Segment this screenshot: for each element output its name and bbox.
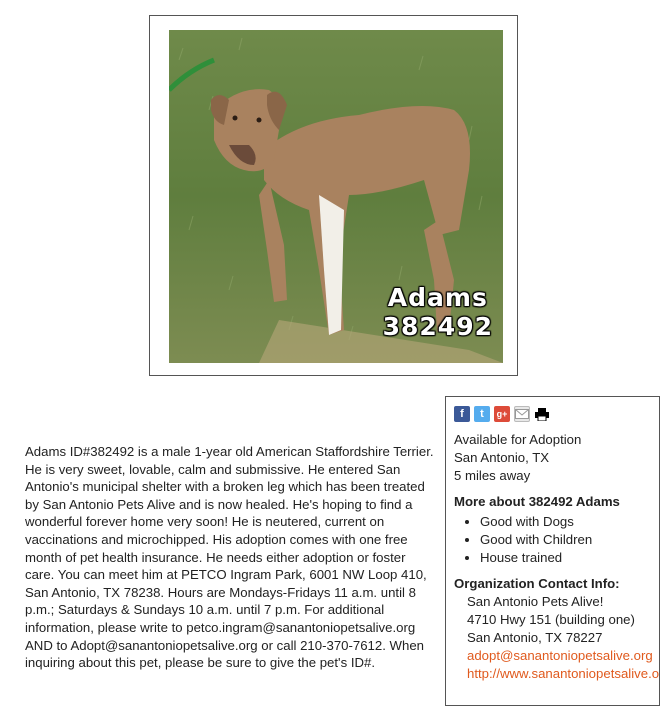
- trait-item: House trained: [480, 549, 659, 567]
- pet-location: San Antonio, TX: [454, 450, 550, 465]
- twitter-icon[interactable]: t: [474, 406, 490, 422]
- photo-caption: Adams 382492: [383, 283, 493, 341]
- pet-photo[interactable]: Adams 382492: [169, 30, 503, 363]
- trait-item: Good with Dogs: [480, 513, 659, 531]
- pet-photo-frame: Adams 382492: [149, 15, 518, 376]
- caption-name: Adams: [387, 283, 488, 312]
- availability-status: Available for Adoption: [454, 432, 582, 447]
- google-plus-icon[interactable]: g+: [494, 406, 510, 422]
- org-email-link[interactable]: adopt@sanantoniopetsalive.org: [467, 647, 659, 665]
- org-contact-heading: Organization Contact Info:: [454, 576, 620, 591]
- email-icon[interactable]: [514, 406, 530, 422]
- org-contact-info: San Antonio Pets Alive! 4710 Hwy 151 (bu…: [454, 593, 659, 683]
- trait-item: Good with Children: [480, 531, 659, 549]
- pet-traits-list: Good with Dogs Good with Children House …: [454, 513, 659, 567]
- caption-id: 382492: [382, 312, 493, 341]
- org-address-line2: San Antonio, TX 78227: [467, 630, 603, 645]
- print-icon[interactable]: [534, 406, 550, 422]
- org-website-link[interactable]: http://www.sanantoniopetsalive.org: [467, 665, 659, 683]
- more-about-heading: More about 382492 Adams: [454, 494, 620, 509]
- pet-description: Adams ID#382492 is a male 1-year old Ame…: [25, 444, 434, 671]
- pet-distance: 5 miles away: [454, 468, 531, 483]
- org-name: San Antonio Pets Alive!: [467, 594, 604, 609]
- share-toolbar: f t g+: [454, 405, 659, 423]
- org-address-line1: 4710 Hwy 151 (building one): [467, 612, 635, 627]
- facebook-icon[interactable]: f: [454, 406, 470, 422]
- pet-info-panel: f t g+ Available for Adoption San Antoni…: [445, 396, 660, 706]
